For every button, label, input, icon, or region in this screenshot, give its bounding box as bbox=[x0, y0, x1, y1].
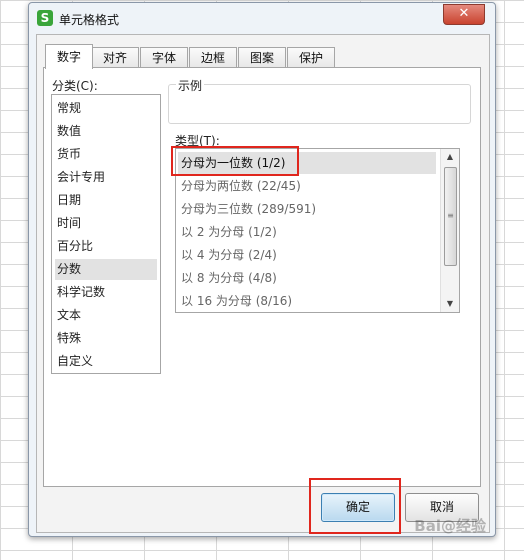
category-item-custom[interactable]: 自定义 bbox=[55, 351, 157, 372]
type-item-sixteenths[interactable]: 以 16 为分母 (8/16) bbox=[178, 290, 436, 312]
type-item-quarters[interactable]: 以 4 为分母 (2/4) bbox=[178, 244, 436, 266]
category-label: 分类(C): bbox=[52, 79, 98, 93]
tab-alignment[interactable]: 对齐 bbox=[91, 47, 139, 68]
highlight-box-type bbox=[171, 146, 299, 176]
sample-groupbox bbox=[168, 84, 471, 124]
format-cells-dialog: S 单元格格式 ✕ 数字 对齐 字体 边框 图案 保护 分类(C): 常规 数值… bbox=[28, 2, 496, 537]
wps-app-icon: S bbox=[37, 10, 53, 26]
sample-label: 示例 bbox=[176, 77, 205, 94]
type-item-two-digit[interactable]: 分母为两位数 (22/45) bbox=[178, 175, 436, 197]
category-item-percentage[interactable]: 百分比 bbox=[55, 236, 157, 257]
scroll-thumb[interactable]: ≡ bbox=[444, 167, 457, 266]
category-item-accounting[interactable]: 会计专用 bbox=[55, 167, 157, 188]
tab-border[interactable]: 边框 bbox=[189, 47, 237, 68]
close-button[interactable]: ✕ bbox=[443, 4, 485, 25]
highlight-box-ok bbox=[309, 478, 401, 534]
tab-number[interactable]: 数字 bbox=[45, 44, 93, 69]
scroll-down-arrow-icon[interactable]: ▼ bbox=[441, 296, 459, 312]
category-item-fraction[interactable]: 分数 bbox=[55, 259, 157, 280]
tab-pattern[interactable]: 图案 bbox=[238, 47, 286, 68]
title-bar: S 单元格格式 ✕ bbox=[29, 3, 495, 33]
category-item-scientific[interactable]: 科学记数 bbox=[55, 282, 157, 303]
type-item-three-digit[interactable]: 分母为三位数 (289/591) bbox=[178, 198, 436, 220]
type-item-halves[interactable]: 以 2 为分母 (1/2) bbox=[178, 221, 436, 243]
type-item-eighths[interactable]: 以 8 为分母 (4/8) bbox=[178, 267, 436, 289]
category-item-special[interactable]: 特殊 bbox=[55, 328, 157, 349]
category-item-number[interactable]: 数值 bbox=[55, 121, 157, 142]
type-list-scrollbar[interactable]: ▲ ≡ ▼ bbox=[440, 149, 459, 312]
category-item-date[interactable]: 日期 bbox=[55, 190, 157, 211]
dialog-client: 数字 对齐 字体 边框 图案 保护 分类(C): 常规 数值 货币 会计专用 日… bbox=[36, 34, 490, 534]
tab-font[interactable]: 字体 bbox=[140, 47, 188, 68]
category-item-time[interactable]: 时间 bbox=[55, 213, 157, 234]
category-item-text[interactable]: 文本 bbox=[55, 305, 157, 326]
category-list[interactable]: 常规 数值 货币 会计专用 日期 时间 百分比 分数 科学记数 文本 特殊 自定… bbox=[51, 94, 161, 374]
watermark: Bai@经验 bbox=[414, 517, 486, 535]
category-item-general[interactable]: 常规 bbox=[55, 98, 157, 119]
category-item-currency[interactable]: 货币 bbox=[55, 144, 157, 165]
scroll-up-arrow-icon[interactable]: ▲ bbox=[441, 149, 459, 165]
tab-protection[interactable]: 保护 bbox=[287, 47, 335, 68]
dialog-title: 单元格格式 bbox=[59, 13, 120, 27]
